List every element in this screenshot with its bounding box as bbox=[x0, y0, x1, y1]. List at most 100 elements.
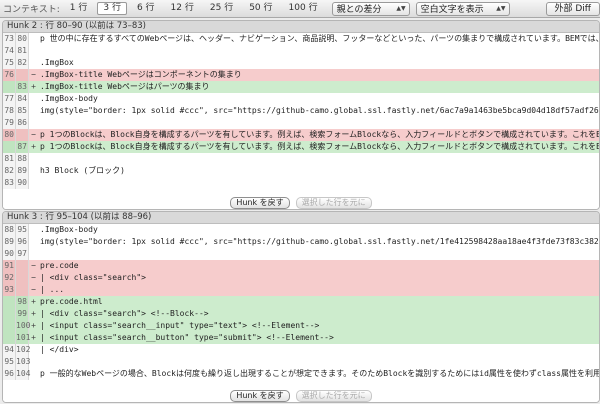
context-line[interactable]: 73 80 p 世の中に存在するすべてのWebページは、ヘッダー、ナビゲーション、商… bbox=[3, 33, 599, 45]
context-line[interactable]: 79 86 bbox=[3, 117, 599, 129]
deleted-line[interactable]: 91 − pre.code bbox=[3, 260, 599, 272]
line-code: img(style="border: 1px solid #ccc", src=… bbox=[40, 106, 599, 115]
line-code: h3 Block (ブロック) bbox=[40, 166, 125, 175]
discard-selected-lines-button[interactable]: 選択した行を元に bbox=[295, 390, 372, 402]
old-line-number: 96 bbox=[3, 368, 16, 380]
new-line-number: 96 bbox=[16, 236, 29, 248]
minus-icon: − bbox=[31, 273, 36, 282]
line-marker bbox=[29, 165, 38, 177]
line-marker bbox=[29, 236, 38, 248]
new-line-number: 90 bbox=[16, 177, 29, 189]
diff-mode-select[interactable]: 親との差分 ▲▼ bbox=[331, 1, 410, 16]
old-line-number bbox=[3, 296, 16, 308]
context-25-lines-button[interactable]: 25 行 bbox=[204, 2, 239, 15]
new-line-number: 89 bbox=[16, 165, 29, 177]
line-marker bbox=[29, 248, 38, 260]
diff-lines: 88 95 .ImgBox-body 89 96 img(style="border:… bbox=[3, 224, 599, 380]
context-100-lines-button[interactable]: 100 行 bbox=[283, 2, 324, 15]
new-line-number bbox=[16, 69, 29, 81]
line-code: | <div class="search"> <!--Block--> bbox=[40, 309, 209, 318]
context-line[interactable]: 75 82 .ImgBox bbox=[3, 57, 599, 69]
line-marker bbox=[29, 344, 38, 356]
plus-icon: + bbox=[31, 82, 36, 91]
revert-hunk-button[interactable]: Hunk を戻す bbox=[230, 197, 290, 209]
added-line[interactable]: 98 + pre.code.html bbox=[3, 296, 599, 308]
external-diff-button[interactable]: 外部 Diff bbox=[545, 1, 600, 16]
added-line[interactable]: 99 + | <div class="search"> <!--Block--> bbox=[3, 308, 599, 320]
new-line-number: 83 bbox=[16, 81, 29, 93]
revert-hunk-button[interactable]: Hunk を戻す bbox=[230, 390, 290, 402]
new-line-number: 99 bbox=[16, 308, 29, 320]
old-line-number: 91 bbox=[3, 260, 16, 272]
old-line-number bbox=[3, 320, 16, 332]
whitespace-select[interactable]: 空白文字を表示 ▲▼ bbox=[415, 1, 510, 16]
context-50-lines-button[interactable]: 50 行 bbox=[243, 2, 278, 15]
new-line-number: 84 bbox=[16, 93, 29, 105]
deleted-line[interactable]: 93 − | ... bbox=[3, 284, 599, 296]
line-marker bbox=[29, 368, 38, 380]
deleted-line[interactable]: 92 − | <div class="search"> bbox=[3, 272, 599, 284]
context-line[interactable]: 83 90 bbox=[3, 177, 599, 189]
line-marker bbox=[29, 117, 38, 129]
context-3-lines-button[interactable]: 3 行 bbox=[97, 2, 127, 15]
old-line-number: 95 bbox=[3, 356, 16, 368]
new-line-number bbox=[16, 129, 29, 141]
line-marker bbox=[29, 177, 38, 189]
line-code: .ImgBox-body bbox=[40, 94, 98, 103]
line-code: | <input class="search__button" type="su… bbox=[40, 333, 334, 342]
line-marker bbox=[29, 57, 38, 69]
line-marker bbox=[29, 153, 38, 165]
context-12-lines-button[interactable]: 12 行 bbox=[165, 2, 200, 15]
hunk-footer: Hunk を戻す 選択した行を元に bbox=[3, 197, 599, 209]
line-code: p 1つのBlockは、Block自身を構成するパーツを有しています。例えば、検… bbox=[40, 142, 599, 151]
old-line-number: 77 bbox=[3, 93, 16, 105]
context-1-line-button[interactable]: 1 行 bbox=[64, 2, 94, 15]
line-code: .ImgBox-title Webページはコンポーネントの集まり bbox=[40, 70, 242, 79]
context-line[interactable]: 78 85 img(style="border: 1px solid #ccc",… bbox=[3, 105, 599, 117]
minus-icon: − bbox=[31, 130, 36, 139]
diff-mode-value: 親との差分 bbox=[336, 5, 382, 15]
line-code: p 1つのBlockは、Block自身を構成するパーツを有しています。例えば、検… bbox=[40, 130, 599, 139]
minus-icon: − bbox=[31, 261, 36, 270]
discard-selected-lines-button[interactable]: 選択した行を元に bbox=[295, 197, 372, 209]
line-code: | <input class="search__input" type="tex… bbox=[40, 321, 320, 330]
new-line-number bbox=[16, 284, 29, 296]
added-line[interactable]: 83 + .ImgBox-title Webページはパーツの集まり bbox=[3, 81, 599, 93]
deleted-line[interactable]: 80 − p 1つのBlockは、Block自身を構成するパーツを有しています。例え… bbox=[3, 129, 599, 141]
context-line[interactable]: 77 84 .ImgBox-body bbox=[3, 93, 599, 105]
context-line[interactable]: 88 95 .ImgBox-body bbox=[3, 224, 599, 236]
new-line-number: 104 bbox=[16, 368, 31, 380]
context-6-lines-button[interactable]: 6 行 bbox=[131, 2, 161, 15]
minus-icon: − bbox=[31, 70, 36, 79]
old-line-number: 94 bbox=[3, 344, 16, 356]
plus-icon: + bbox=[31, 333, 36, 342]
context-line[interactable]: 90 97 bbox=[3, 248, 599, 260]
line-code: .ImgBox-body bbox=[40, 225, 98, 234]
line-marker bbox=[29, 356, 38, 368]
chevron-updown-icon: ▲▼ bbox=[396, 5, 406, 12]
line-code: p 世の中に存在するすべてのWebページは、ヘッダー、ナビゲーション、商品説明、… bbox=[40, 34, 599, 43]
line-code: img(style="border: 1px solid #ccc", src=… bbox=[40, 237, 599, 246]
context-line[interactable]: 89 96 img(style="border: 1px solid #ccc",… bbox=[3, 236, 599, 248]
new-line-number: 88 bbox=[16, 153, 29, 165]
old-line-number: 78 bbox=[3, 105, 16, 117]
chevron-updown-icon: ▲▼ bbox=[496, 5, 506, 12]
context-line[interactable]: 96 104 p 一般的なWebページの場合、Blockは何度も繰り返し出現すること… bbox=[3, 368, 599, 380]
new-line-number: 86 bbox=[16, 117, 29, 129]
old-line-number: 81 bbox=[3, 153, 16, 165]
deleted-line[interactable]: 76 − .ImgBox-title Webページはコンポーネントの集まり bbox=[3, 69, 599, 81]
new-line-number: 95 bbox=[16, 224, 29, 236]
context-line[interactable]: 94 102 | </div> bbox=[3, 344, 599, 356]
old-line-number bbox=[3, 141, 16, 153]
context-line[interactable]: 95 103 bbox=[3, 356, 599, 368]
context-line[interactable]: 81 88 bbox=[3, 153, 599, 165]
added-line[interactable]: 87 + p 1つのBlockは、Block自身を構成するパーツを有しています。例え… bbox=[3, 141, 599, 153]
context-line[interactable]: 82 89 h3 Block (ブロック) bbox=[3, 165, 599, 177]
added-line[interactable]: 100 + | <input class="search__input" type… bbox=[3, 320, 599, 332]
added-line[interactable]: 101 + | <input class="search__button" typ… bbox=[3, 332, 599, 344]
line-code: p 一般的なWebページの場合、Blockは何度も繰り返し出現することが想定でき… bbox=[40, 369, 599, 378]
context-line[interactable]: 74 81 bbox=[3, 45, 599, 57]
